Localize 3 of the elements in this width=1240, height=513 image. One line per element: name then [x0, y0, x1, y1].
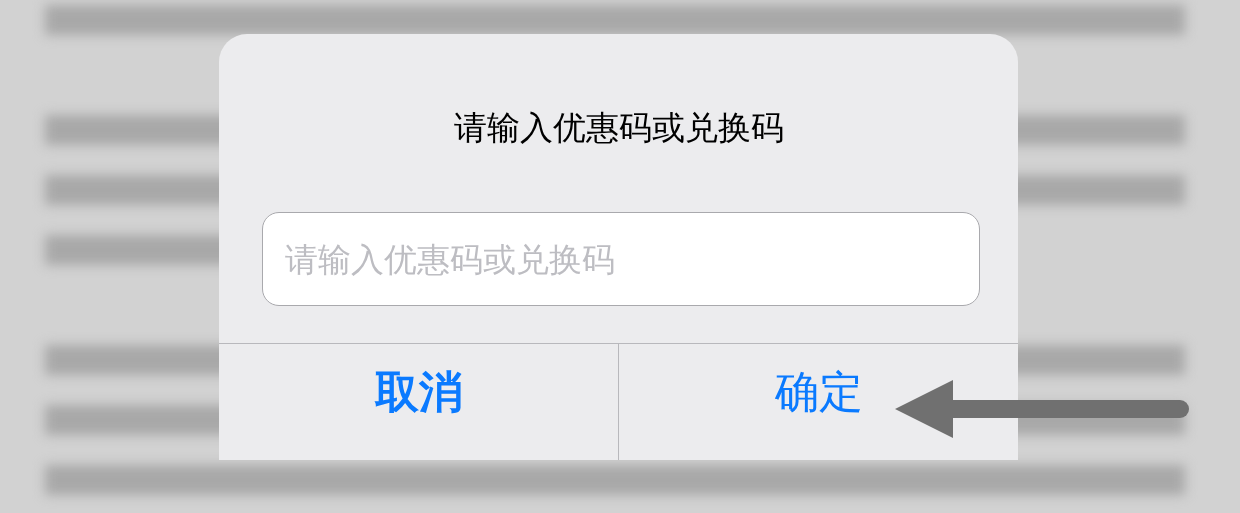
- code-input-field[interactable]: 请输入优惠码或兑换码: [262, 212, 980, 306]
- cancel-button[interactable]: 取消: [219, 344, 618, 460]
- arrow-icon: [893, 378, 1189, 440]
